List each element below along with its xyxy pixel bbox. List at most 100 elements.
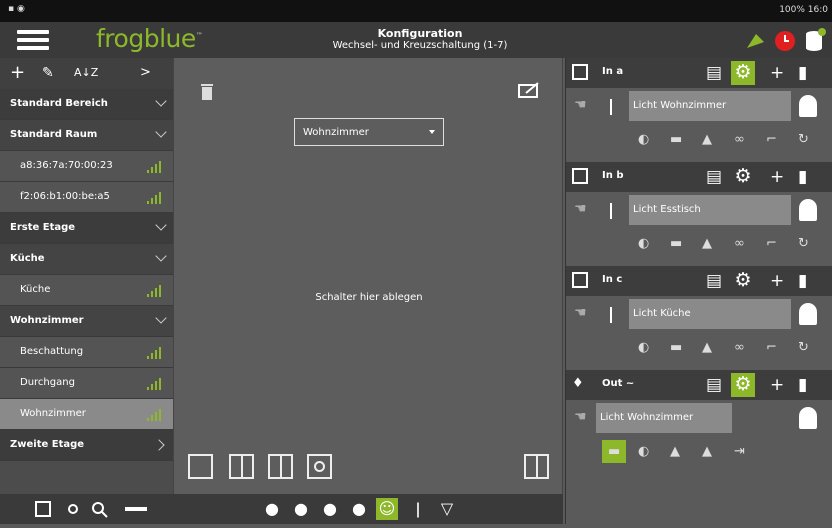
- link-mode-icon[interactable]: ∞: [734, 132, 745, 147]
- dim-mode-icon[interactable]: ◐: [638, 444, 649, 459]
- dim-mode-icon[interactable]: ◐: [638, 340, 649, 355]
- tree-row-room[interactable]: Küche: [0, 244, 173, 275]
- thermometer-icon[interactable]: ǀ: [407, 498, 429, 520]
- person-icon[interactable]: ☺: [376, 498, 398, 520]
- tree-row-label: Zweite Etage: [10, 439, 85, 450]
- database-icon[interactable]: [803, 28, 827, 52]
- notes-icon[interactable]: ▤: [706, 167, 722, 187]
- toggle-mode-icon[interactable]: ↻: [798, 236, 809, 251]
- trash-icon[interactable]: ▮: [798, 63, 807, 83]
- tree-row-item[interactable]: f2:06:b1:00:be:a5: [0, 182, 173, 213]
- signal-icon: [147, 192, 161, 204]
- block-mode-icon[interactable]: ▬: [670, 236, 682, 251]
- add-icon[interactable]: +: [770, 271, 784, 291]
- hand-icon[interactable]: ☚: [574, 409, 587, 425]
- frogblue-logo: frogblue™: [96, 24, 203, 53]
- block-mode-icon[interactable]: ▬: [602, 440, 627, 463]
- tree-row-label: Küche: [10, 253, 45, 264]
- menu-icon[interactable]: [17, 30, 49, 50]
- trash-icon[interactable]: [200, 81, 214, 101]
- block-mode-icon[interactable]: ▬: [670, 132, 682, 147]
- tree-row-item[interactable]: Durchgang: [0, 368, 173, 399]
- shift-mode-icon[interactable]: ⇥: [734, 444, 745, 459]
- device-type-4-icon[interactable]: ●: [348, 498, 370, 520]
- switch-template-blind[interactable]: [268, 454, 293, 479]
- device-type-2-icon[interactable]: ●: [290, 498, 312, 520]
- notes-icon[interactable]: ▤: [706, 375, 722, 395]
- toggle-mode-icon[interactable]: ↻: [798, 340, 809, 355]
- edit-note-icon[interactable]: [518, 82, 540, 98]
- tree-row-room[interactable]: Standard Raum: [0, 120, 173, 151]
- light-icon[interactable]: [799, 303, 817, 325]
- tree-row-area[interactable]: Erste Etage: [0, 213, 173, 244]
- room-select[interactable]: Wohnzimmer: [294, 118, 444, 146]
- chevron-right-icon[interactable]: [153, 439, 165, 451]
- timer-mode-icon[interactable]: ⌐: [766, 236, 777, 251]
- action-target[interactable]: Licht Küche: [629, 299, 791, 329]
- chevron-down-icon[interactable]: [155, 312, 167, 324]
- chevron-down-icon[interactable]: [155, 95, 167, 107]
- timer-mode-icon[interactable]: ⌐: [766, 132, 777, 147]
- light-icon[interactable]: [799, 407, 817, 429]
- gear-icon[interactable]: ⚙: [731, 165, 755, 189]
- add-icon[interactable]: +: [770, 375, 784, 395]
- hand-icon[interactable]: ☚: [574, 97, 587, 113]
- action-target[interactable]: Licht Wohnzimmer: [629, 91, 791, 121]
- add-button[interactable]: +: [10, 62, 25, 83]
- tree-row-area[interactable]: Standard Bereich: [0, 89, 173, 120]
- ramp-mode-icon[interactable]: ▲: [702, 236, 712, 251]
- channel-header: In c ▤ ⚙ + ▮: [566, 266, 832, 296]
- frog-icon[interactable]: [744, 28, 768, 52]
- dim-mode-icon[interactable]: ◐: [638, 132, 649, 147]
- device-type-1-icon[interactable]: ●: [261, 498, 283, 520]
- tree-row-area[interactable]: Zweite Etage: [0, 430, 173, 461]
- tree-row-item[interactable]: Wohnzimmer: [0, 399, 173, 430]
- switch-template-frame[interactable]: [524, 454, 549, 479]
- lamp-icon[interactable]: ▽: [436, 498, 458, 520]
- timer-mode-icon[interactable]: ⌐: [766, 340, 777, 355]
- trash-icon[interactable]: ▮: [798, 375, 807, 395]
- hand-icon[interactable]: ☚: [574, 305, 587, 321]
- light-icon[interactable]: [799, 199, 817, 221]
- add-icon[interactable]: +: [770, 63, 784, 83]
- tree-row-item[interactable]: a8:36:7a:70:00:23: [0, 151, 173, 182]
- alarm-icon[interactable]: [773, 28, 797, 52]
- action-target[interactable]: Licht Esstisch: [629, 195, 791, 225]
- gear-icon[interactable]: ⚙: [731, 269, 755, 293]
- tree-row-room[interactable]: Wohnzimmer: [0, 306, 173, 337]
- switch-template-single[interactable]: [188, 454, 213, 479]
- light-icon[interactable]: [799, 95, 817, 117]
- edit-icon[interactable]: ✎: [42, 65, 54, 81]
- link-mode-icon[interactable]: ∞: [734, 340, 745, 355]
- sort-icon[interactable]: A↓Z: [74, 66, 98, 79]
- ramp-mode-icon[interactable]: ▲: [702, 132, 712, 147]
- toggle-mode-icon[interactable]: ↻: [798, 132, 809, 147]
- switch-template-socket[interactable]: [307, 454, 332, 479]
- tree-toolbar: + ✎ A↓Z >: [0, 58, 173, 89]
- tree-row-item[interactable]: Küche: [0, 275, 173, 306]
- ramp-mode-icon[interactable]: ▲: [670, 444, 680, 459]
- notes-icon[interactable]: ▤: [706, 271, 722, 291]
- trash-icon[interactable]: ▮: [798, 167, 807, 187]
- gear-icon[interactable]: ⚙: [731, 61, 755, 85]
- up-mode-icon[interactable]: ▲: [702, 444, 712, 459]
- link-mode-icon[interactable]: ∞: [734, 236, 745, 251]
- switch-template-double[interactable]: [229, 454, 254, 479]
- add-icon[interactable]: +: [770, 167, 784, 187]
- notes-icon[interactable]: ▤: [706, 63, 722, 83]
- gear-icon[interactable]: ⚙: [731, 373, 755, 397]
- battery-time: 100% 16:0: [779, 5, 828, 15]
- chevron-down-icon[interactable]: [155, 219, 167, 231]
- action-target[interactable]: Licht Wohnzimmer: [596, 403, 732, 433]
- dim-mode-icon[interactable]: ◐: [638, 236, 649, 251]
- hand-icon[interactable]: ☚: [574, 201, 587, 217]
- chevron-down-icon[interactable]: [155, 250, 167, 262]
- expand-all-icon[interactable]: >: [140, 65, 151, 80]
- chevron-down-icon[interactable]: [155, 126, 167, 138]
- block-mode-icon[interactable]: ▬: [670, 340, 682, 355]
- tree-row-item[interactable]: Beschattung: [0, 337, 173, 368]
- trash-icon[interactable]: ▮: [798, 271, 807, 291]
- ramp-mode-icon[interactable]: ▲: [702, 340, 712, 355]
- device-type-3-icon[interactable]: ●: [319, 498, 341, 520]
- channel-name: In b: [602, 170, 624, 181]
